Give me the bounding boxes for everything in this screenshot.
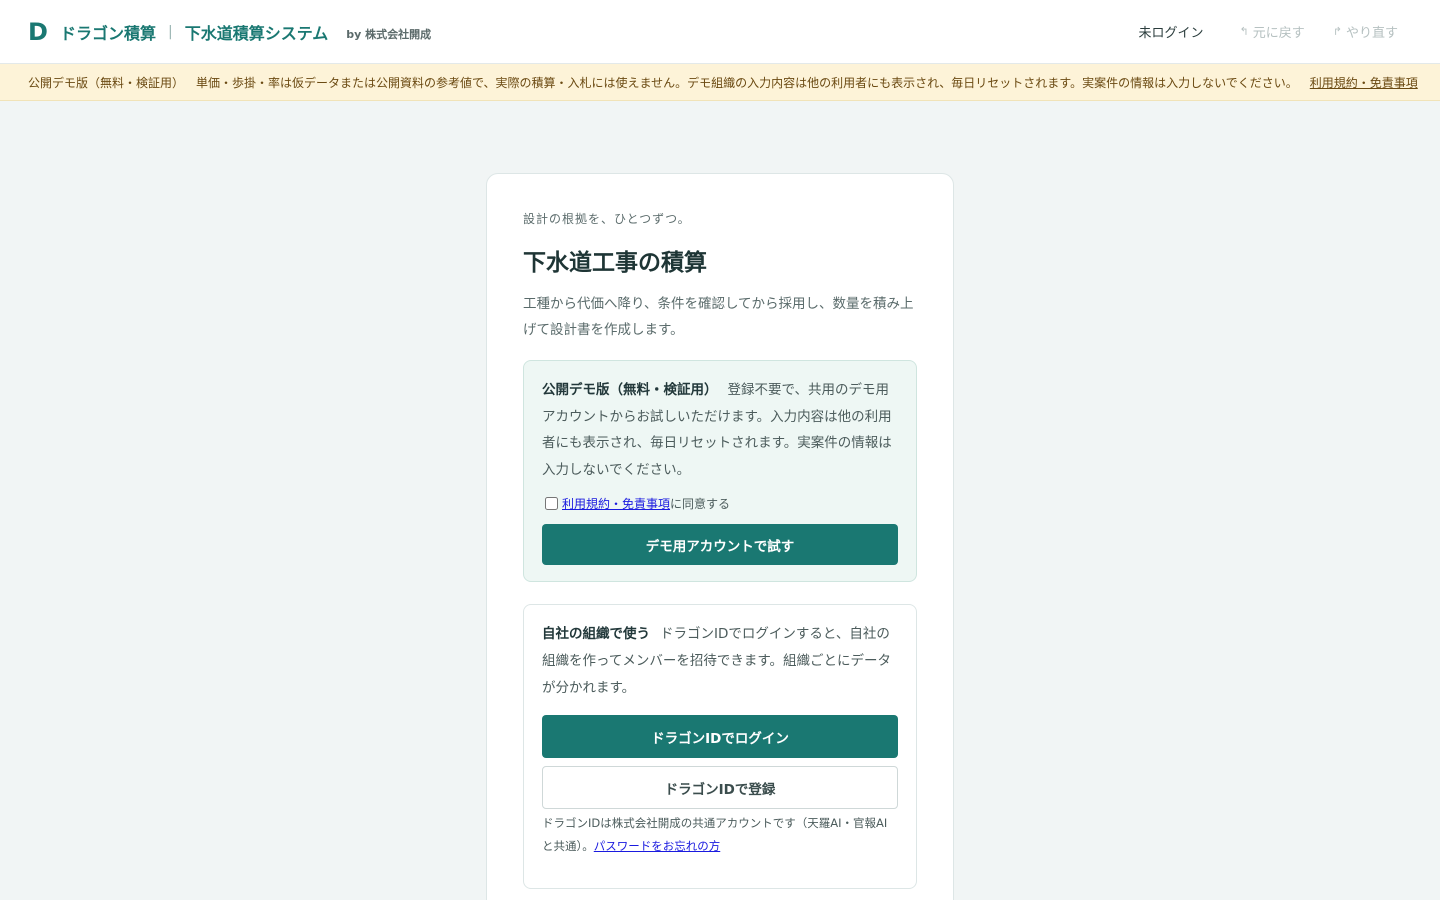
banner-title: 公開デモ版（無料・検証用）	[28, 75, 185, 90]
demo-section: 公開デモ版（無料・検証用） 登録不要で、共用のデモ用アカウントからお試しいただけま…	[523, 360, 917, 582]
redo-icon: ↱	[1332, 25, 1342, 38]
terms-agree-suffix: に同意する	[670, 497, 731, 511]
undo-icon: ↰	[1239, 25, 1249, 38]
terms-link[interactable]: 利用規約・免責事項	[562, 495, 670, 512]
brand-separator: |	[168, 23, 173, 40]
terms-agree-checkbox[interactable]	[545, 497, 558, 510]
redo-label: やり直す	[1345, 26, 1398, 41]
brand-name: ドラゴン積算	[60, 23, 157, 43]
top-bar: D ドラゴン積算 | 下水道積算システム by 株式会社開成 未ログイン ↰ 元…	[0, 0, 1440, 64]
forgot-password-link[interactable]: パスワードをお忘れの方	[594, 839, 721, 853]
org-section: 自社の組織で使う ドラゴンIDでログインすると、自社の組織を作ってメンバーを招待で…	[523, 604, 917, 889]
lead-text: 工種から代価へ降り、条件を確認してから採用し、数量を積み上げて設計書を作成します…	[523, 296, 914, 338]
login-status: 未ログイン	[1138, 26, 1204, 41]
redo-button[interactable]: ↱ やり直す	[1319, 17, 1412, 47]
logo-icon: D	[28, 17, 48, 46]
demo-description: 公開デモ版（無料・検証用） 登録不要で、共用のデモ用アカウントからお試しいただけま…	[542, 377, 898, 483]
demo-warning-banner: 公開デモ版（無料・検証用） 単価・歩掛・率は仮データまたは公開資料の参考値で、実…	[0, 64, 1440, 101]
banner-terms-link[interactable]: 利用規約・免責事項	[1298, 74, 1418, 91]
org-description: 自社の組織で使う ドラゴンIDでログインすると、自社の組織を作ってメンバーを招待で…	[542, 621, 898, 702]
terms-agree-row: 利用規約・免責事項 に同意する	[542, 495, 898, 512]
dragon-id-login-button[interactable]: ドラゴンIDでログイン	[542, 715, 898, 758]
system-name: 下水道積算システム	[184, 23, 329, 43]
page-title: 下水道工事の積算	[523, 250, 707, 276]
org-heading: 自社の組織で使う	[542, 626, 650, 642]
dragon-id-note: ドラゴンIDは株式会社開成の共通アカウントです（天羅AI・官報AI と共通）。パ…	[542, 812, 898, 858]
login-card: 設計の根拠を、ひとつずつ。 下水道工事の積算 工種から代価へ降り、条件を確認して…	[486, 173, 954, 900]
undo-label: 元に戻す	[1252, 26, 1305, 41]
banner-text: 単価・歩掛・率は仮データまたは公開資料の参考値で、実際の積算・入札には使えません…	[196, 75, 1298, 90]
demo-login-button[interactable]: デモ用アカウントで試す	[542, 524, 898, 565]
undo-button[interactable]: ↰ 元に戻す	[1226, 17, 1319, 47]
tagline: 設計の根拠を、ひとつずつ。	[523, 212, 691, 226]
demo-heading: 公開デモ版（無料・検証用）	[542, 382, 718, 398]
company-byline: by 株式会社開成	[346, 27, 432, 41]
dragon-id-register-button[interactable]: ドラゴンIDで登録	[542, 766, 898, 809]
header-actions: 未ログイン ↰ 元に戻す ↱ やり直す	[1139, 17, 1412, 47]
